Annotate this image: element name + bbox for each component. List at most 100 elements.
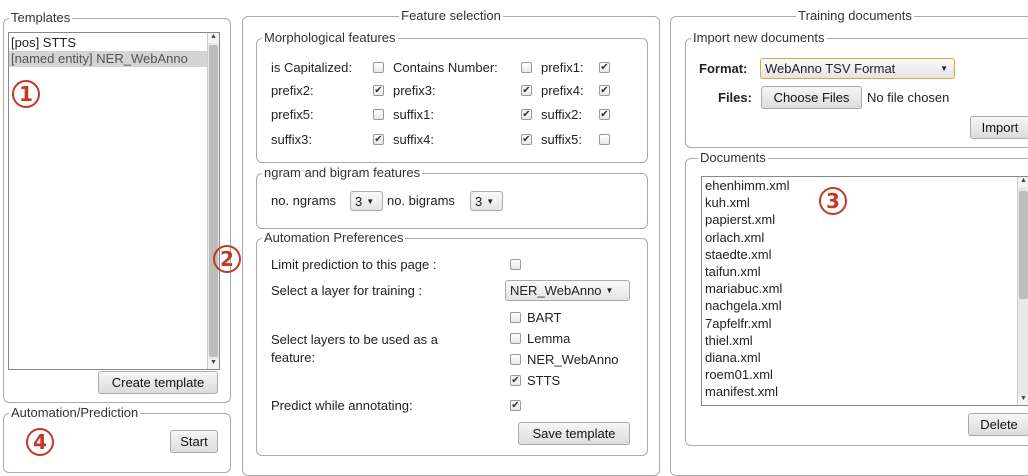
format-label: Format: [699,61,748,76]
documents-scrollbar[interactable]: ▲ ▼ [1017,177,1028,405]
document-item[interactable]: ehenhimm.xml [705,178,790,193]
feature-selection-legend: Feature selection [399,8,503,23]
document-item[interactable]: roem01.xml [705,367,773,382]
import-legend: Import new documents [691,30,827,45]
document-item[interactable]: diana.xml [705,350,761,365]
prefix4-checkbox[interactable]: ✔ [599,85,610,96]
document-item[interactable]: manifest.xml [705,384,778,399]
predict-label: Predict while annotating: [271,398,413,413]
ner-webanno-label: NER_WebAnno [527,352,619,367]
dropdown-arrow-icon: ▼ [486,196,495,206]
lemma-label: Lemma [527,331,571,346]
files-label: Files: [718,90,752,105]
callout-badge-1: 1 [12,80,40,108]
prefix2-checkbox[interactable]: ✔ [373,85,384,96]
prefix4-label: prefix4: [541,83,584,98]
templates-legend: Templates [9,10,73,25]
ngrams-select[interactable]: 3 ▼ [350,191,383,211]
save-template-button[interactable]: Save template [518,422,630,445]
suffix1-label: suffix1: [393,107,434,122]
prefix5-label: prefix5: [271,107,314,122]
format-value: WebAnno TSV Format [765,61,896,76]
suffix4-label: suffix4: [393,132,434,147]
prefix5-checkbox[interactable] [373,109,384,120]
automation-legend: Automation/Prediction [9,405,141,420]
document-item[interactable]: kuh.xml [705,195,750,210]
suffix2-label: suffix2: [541,107,582,122]
document-item[interactable]: thiel.xml [705,333,753,348]
suffix3-checkbox[interactable]: ✔ [373,134,384,145]
feature-layers-label: Select layers to be used as a feature: [271,332,438,365]
prefix1-checkbox[interactable]: ✔ [599,62,610,73]
format-select[interactable]: WebAnno TSV Format ▼ [760,58,955,79]
start-button[interactable]: Start [170,430,218,453]
document-item[interactable]: nachgela.xml [705,298,782,313]
suffix2-checkbox[interactable]: ✔ [599,109,610,120]
dropdown-arrow-icon: ▼ [605,286,614,295]
limit-prediction-checkbox[interactable] [510,259,521,270]
scroll-thumb[interactable] [1019,191,1028,299]
automation-preferences-legend: Automation Preferences [262,230,406,245]
training-documents-legend: Training documents [796,8,914,23]
bigrams-label: no. bigrams [387,193,455,208]
bigrams-value: 3 [475,193,483,209]
predict-checkbox[interactable]: ✔ [510,400,521,411]
suffix5-label: suffix5: [541,132,582,147]
callout-badge-2: 2 [213,245,241,273]
document-item[interactable]: papierst.xml [705,212,775,227]
documents-list[interactable]: ehenhimm.xml kuh.xml papierst.xml orlach.xm… [701,176,1028,406]
suffix3-label: suffix3: [271,132,312,147]
training-layer-label: Select a layer for training : [271,283,423,298]
dropdown-arrow-icon: ▼ [366,196,375,206]
document-item[interactable]: 7apfelfr.xml [705,316,771,331]
suffix1-checkbox[interactable]: ✔ [521,109,532,120]
ngram-legend: ngram and bigram features [262,165,423,180]
stts-checkbox[interactable]: ✔ [510,375,521,386]
contains-number-label: Contains Number: [393,60,498,75]
prefix2-label: prefix2: [271,83,314,98]
create-template-button[interactable]: Create template [98,371,218,394]
no-file-chosen-text: No file chosen [867,90,950,105]
is-capitalized-checkbox[interactable] [373,62,384,73]
limit-prediction-label: Limit prediction to this page : [271,257,437,272]
suffix5-checkbox[interactable] [599,134,610,145]
callout-badge-4: 4 [26,428,54,456]
training-layer-select[interactable]: NER_WebAnno ▼ [505,280,630,301]
templates-list[interactable]: [pos] STTS [named entity] NER_WebAnno ▲ … [8,32,220,370]
document-item[interactable]: staedte.xml [705,247,771,262]
scroll-up-icon[interactable]: ▲ [1018,177,1028,187]
scroll-down-icon[interactable]: ▼ [1018,395,1028,405]
suffix4-checkbox[interactable]: ✔ [521,134,532,145]
bigrams-select[interactable]: 3 ▼ [470,191,503,211]
templates-scrollbar[interactable]: ▲ ▼ [207,33,219,369]
lemma-checkbox[interactable] [510,333,521,344]
morphological-legend: Morphological features [262,30,398,45]
bart-label: BART [527,310,562,325]
document-item[interactable]: taifun.xml [705,264,761,279]
document-item[interactable]: orlach.xml [705,230,764,245]
callout-badge-3: 3 [819,187,847,215]
scroll-down-icon[interactable]: ▼ [208,359,219,369]
ner-webanno-checkbox[interactable] [510,354,521,365]
delete-button[interactable]: Delete [968,413,1028,436]
contains-number-checkbox[interactable] [521,62,532,73]
scroll-thumb[interactable] [209,45,218,357]
ngrams-value: 3 [355,193,363,209]
prefix3-label: prefix3: [393,83,436,98]
ngrams-label: no. ngrams [271,193,337,208]
list-item[interactable]: [named entity] NER_WebAnno [9,51,208,67]
documents-legend: Documents [698,150,768,165]
prefix1-label: prefix1: [541,60,584,75]
training-layer-value: NER_WebAnno [510,283,602,298]
document-item[interactable]: mariabuc.xml [705,281,782,296]
is-capitalized-label: is Capitalized: [271,60,352,75]
choose-files-button[interactable]: Choose Files [761,86,862,109]
dropdown-arrow-icon: ▼ [940,64,948,73]
stts-label: STTS [527,373,561,388]
bart-checkbox[interactable] [510,312,521,323]
import-button[interactable]: Import [970,116,1028,139]
morphological-features-panel: Morphological features [256,30,648,163]
scroll-up-icon[interactable]: ▲ [208,33,219,43]
list-item[interactable]: [pos] STTS [11,35,76,50]
prefix3-checkbox[interactable]: ✔ [521,85,532,96]
